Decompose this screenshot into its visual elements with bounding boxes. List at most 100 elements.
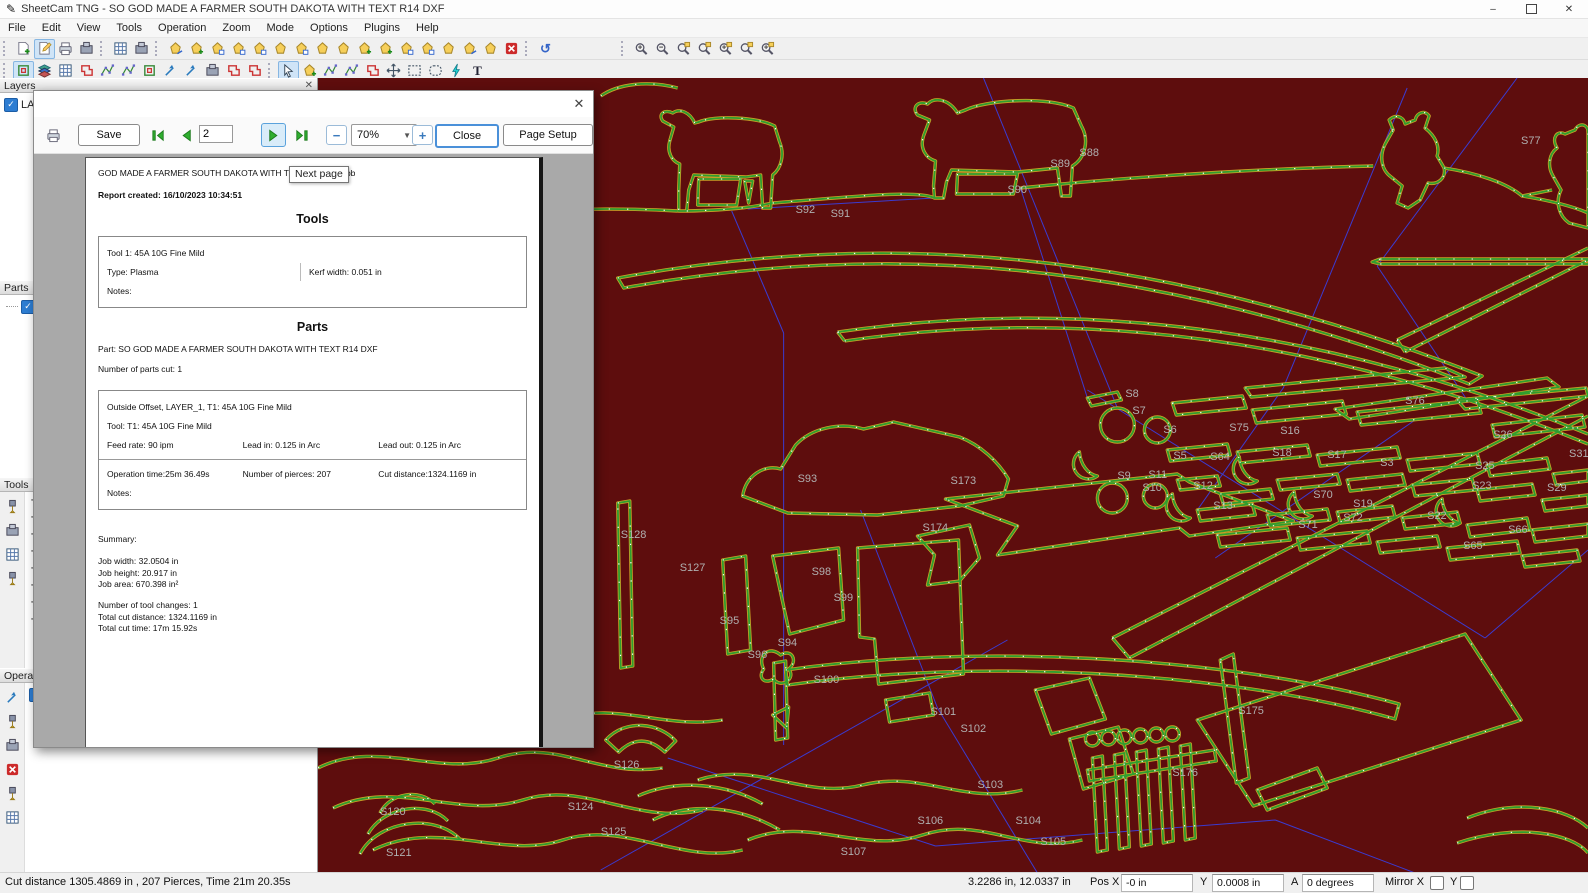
menu-plugins[interactable]: Plugins	[356, 21, 408, 35]
shape-label-s76: S76	[1405, 395, 1425, 407]
mirror-x-checkbox[interactable]	[1430, 876, 1444, 890]
new-job-icon[interactable]	[13, 39, 34, 59]
next-page-tooltip: Next page	[289, 166, 349, 183]
nest-part-icon[interactable]	[396, 39, 417, 59]
print-icon[interactable]	[55, 39, 76, 59]
next-page-button[interactable]	[261, 123, 286, 147]
pos-x-label: Pos X	[1090, 876, 1119, 888]
copy-part-icon[interactable]	[249, 39, 270, 59]
shape-label-s19: S19	[1353, 498, 1373, 510]
link-part-icon[interactable]	[417, 39, 438, 59]
op-table-icon[interactable]	[2, 807, 23, 827]
shape-label-s10: S10	[1142, 482, 1162, 494]
delete-part-icon[interactable]	[501, 39, 522, 59]
open-job-icon[interactable]	[34, 39, 55, 59]
shape-label-s23: S23	[1472, 480, 1492, 492]
menu-zoom[interactable]: Zoom	[214, 21, 258, 35]
op-path-icon[interactable]	[2, 783, 23, 803]
add-tool-icon[interactable]	[2, 496, 23, 516]
kerf-width: Kerf width: 0.051 in	[300, 263, 518, 281]
paste-part-icon[interactable]	[270, 39, 291, 59]
minimize-icon[interactable]: –	[1474, 0, 1512, 18]
menu-operation[interactable]: Operation	[150, 21, 214, 35]
calculator-icon[interactable]	[110, 39, 131, 59]
sheetcam-window: ✎ SheetCam TNG - SO GOD MADE A FARMER SO…	[0, 0, 1588, 893]
pos-y-field[interactable]	[1212, 874, 1284, 892]
toolbar-grip	[621, 41, 627, 56]
previous-page-button[interactable]	[174, 123, 199, 147]
group-part-icon[interactable]	[438, 39, 459, 59]
tool-box: Tool 1: 45A 10G Fine Mild Type: Plasma K…	[98, 236, 527, 308]
op-move-icon[interactable]	[2, 687, 23, 707]
export-part-icon[interactable]	[354, 39, 375, 59]
menu-edit[interactable]: Edit	[34, 21, 69, 35]
tool-table-icon[interactable]	[2, 544, 23, 564]
add-shape-icon[interactable]	[291, 39, 312, 59]
zoom-all-parts-icon[interactable]	[694, 39, 715, 59]
angle-label: A	[1291, 876, 1298, 888]
undo-icon[interactable]: ↺	[535, 39, 556, 59]
op-drill-icon[interactable]	[2, 711, 23, 731]
ungroup-part-icon[interactable]	[459, 39, 480, 59]
pierce-count: Number of pierces: 207	[243, 469, 379, 479]
shape-label-s120: S120	[380, 806, 406, 818]
new-part-icon[interactable]	[165, 39, 186, 59]
zoom-material-icon[interactable]	[736, 39, 757, 59]
mirror-part-icon[interactable]	[375, 39, 396, 59]
zoom-part-icon[interactable]	[673, 39, 694, 59]
pos-x-field[interactable]	[1121, 874, 1193, 892]
shape-label-s91: S91	[831, 208, 851, 220]
dialog-toolbar: Save − 70%▼ + Close Page Setup Next page	[34, 117, 593, 154]
status-bar: Cut distance 1305.4869 in , 207 Pierces,…	[0, 872, 1588, 893]
zoom-in-button[interactable]: +	[412, 125, 433, 145]
shape-label-s176: S176	[1172, 767, 1198, 779]
menu-help[interactable]: Help	[408, 21, 447, 35]
save-button[interactable]: Save	[78, 124, 140, 146]
last-page-button[interactable]	[289, 123, 314, 147]
report-icon[interactable]	[480, 39, 501, 59]
angle-field[interactable]	[1302, 874, 1374, 892]
tool-gcode-icon[interactable]	[2, 520, 23, 540]
operation-title: Outside Offset, LAYER_1, T1: 45A 10G Fin…	[107, 402, 518, 412]
shape-label-s104: S104	[1015, 815, 1041, 827]
zoom-window-icon[interactable]	[715, 39, 736, 59]
first-page-button[interactable]	[146, 123, 171, 147]
menu-view[interactable]: View	[69, 21, 109, 35]
maximize-icon[interactable]	[1512, 0, 1550, 18]
duplicate-part-icon[interactable]	[312, 39, 333, 59]
run-post-icon[interactable]	[131, 39, 152, 59]
zoom-machine-icon[interactable]	[757, 39, 778, 59]
plot-icon[interactable]	[76, 39, 97, 59]
op-gcode-icon[interactable]	[2, 735, 23, 755]
import-part-icon[interactable]	[186, 39, 207, 59]
zoom-out-icon[interactable]	[652, 39, 673, 59]
shape-label-s75: S75	[1229, 422, 1249, 434]
summary-label: Summary:	[98, 534, 527, 544]
tool-alert-icon[interactable]	[2, 568, 23, 588]
shape-label-s25: S25	[1475, 460, 1495, 472]
shape-label-s93: S93	[798, 473, 818, 485]
zoom-out-button[interactable]: −	[326, 125, 347, 145]
close-icon[interactable]: ✕	[1550, 0, 1588, 18]
op-cancel-icon[interactable]	[2, 759, 23, 779]
page-number-input[interactable]	[199, 125, 233, 143]
tools-icon-strip	[0, 492, 25, 668]
page-setup-button[interactable]: Page Setup	[503, 124, 593, 146]
dialog-close-icon[interactable]: ✕	[565, 96, 593, 112]
shape-label-s89: S89	[1050, 158, 1070, 170]
menu-options[interactable]: Options	[302, 21, 356, 35]
print-button[interactable]	[41, 123, 66, 147]
mirror-y-checkbox[interactable]	[1460, 876, 1474, 890]
menu-mode[interactable]: Mode	[258, 21, 302, 35]
close-button[interactable]: Close	[435, 124, 499, 148]
layer-checkbox[interactable]: ✓	[4, 98, 18, 112]
save-part-icon[interactable]	[207, 39, 228, 59]
menu-file[interactable]: File	[0, 21, 34, 35]
report-parts-cut: Number of parts cut: 1	[98, 364, 527, 374]
zoom-in-icon[interactable]	[631, 39, 652, 59]
array-part-icon[interactable]	[333, 39, 354, 59]
menu-tools[interactable]: Tools	[108, 21, 150, 35]
edit-part-icon[interactable]	[228, 39, 249, 59]
zoom-level-select[interactable]: 70%▼	[351, 124, 417, 146]
mirror-x-label: Mirror X	[1385, 876, 1424, 888]
